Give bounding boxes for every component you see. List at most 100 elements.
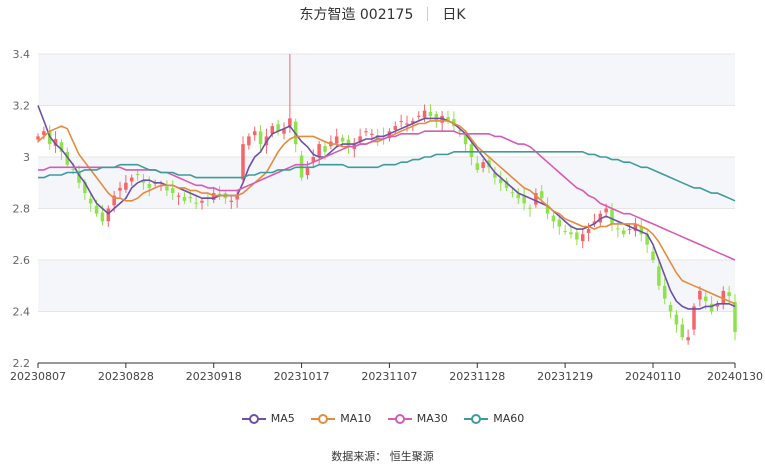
- x-tick-label: 20231017: [274, 370, 330, 383]
- candle-body: [94, 205, 99, 214]
- candle-body: [258, 131, 263, 145]
- candle-body: [692, 306, 696, 330]
- period-label[interactable]: 日K: [442, 4, 465, 24]
- y-tick-label: 2.6: [13, 254, 31, 267]
- candle-body: [481, 162, 485, 168]
- chart-header: 东方智造 002175 日K: [0, 4, 765, 28]
- chart-legend: MA5 MA10 MA30 MA60: [0, 412, 765, 427]
- candle-body: [135, 173, 140, 176]
- candle-body: [364, 131, 368, 133]
- candle-body: [340, 137, 345, 142]
- candle-body: [346, 139, 351, 147]
- candle-body: [510, 192, 515, 194]
- x-tick-label: 20231128: [449, 370, 505, 383]
- candle-body: [129, 177, 134, 182]
- candle-body: [405, 123, 409, 125]
- candle-body: [680, 324, 685, 338]
- candle-body: [323, 146, 327, 152]
- legend-marker-ma30: [387, 413, 412, 424]
- candle-body: [147, 184, 152, 188]
- candle-body: [182, 196, 187, 201]
- candle-body: [399, 120, 403, 122]
- candle-body: [610, 209, 614, 224]
- header-divider: [427, 7, 429, 21]
- candle-body: [563, 230, 567, 232]
- x-tick-label: 20240110: [625, 370, 681, 383]
- y-tick-label: 2.4: [13, 306, 31, 319]
- candle-body: [229, 200, 234, 202]
- x-tick-label: 20231107: [361, 370, 417, 383]
- candle-body: [698, 290, 702, 300]
- candle-body: [651, 251, 655, 260]
- candle-body: [188, 197, 193, 199]
- candle-body: [200, 200, 204, 203]
- candle-body: [118, 187, 122, 191]
- candle-body: [100, 212, 105, 222]
- legend-item-ma30[interactable]: MA30: [387, 412, 448, 425]
- candle-body: [668, 304, 673, 312]
- candle-body: [727, 292, 731, 297]
- candle-body: [88, 198, 93, 204]
- legend-marker-ma5: [241, 413, 266, 424]
- candle-body: [621, 230, 626, 235]
- candle-body: [241, 144, 245, 180]
- y-tick-label: 2.8: [13, 203, 31, 216]
- candle-body: [194, 202, 198, 204]
- candle-body: [674, 314, 679, 325]
- y-tick-label: 3.2: [13, 100, 31, 113]
- candle-body: [662, 285, 667, 299]
- legend-marker-ma60: [464, 413, 489, 424]
- candle-body: [551, 215, 556, 222]
- y-tick-label: 3: [23, 151, 30, 164]
- y-tick-label: 3.4: [13, 48, 31, 61]
- candle-body: [604, 208, 608, 213]
- candle-body: [176, 195, 181, 197]
- candle-body: [71, 169, 75, 171]
- candle-body: [165, 186, 169, 191]
- x-tick-label: 20230807: [10, 370, 66, 383]
- legend-label-ma60: MA60: [493, 412, 525, 425]
- candle-body: [422, 110, 427, 118]
- candle-body: [370, 133, 374, 135]
- candle-body: [305, 167, 310, 176]
- stock-title: 东方智造 002175: [299, 7, 414, 23]
- candle-body: [539, 191, 544, 199]
- candle-body: [522, 196, 526, 204]
- candle-body: [575, 232, 579, 240]
- legend-label-ma10: MA10: [340, 412, 372, 425]
- candle-body: [393, 126, 398, 130]
- candle-body: [528, 207, 532, 209]
- data-source: 数据来源： 恒生聚源: [0, 448, 765, 464]
- candle-body: [703, 296, 708, 302]
- legend-label-ma5: MA5: [270, 412, 295, 425]
- x-tick-label: 20231219: [537, 370, 593, 383]
- source-provider: 恒生聚源: [389, 450, 434, 463]
- candle-body: [416, 115, 421, 117]
- candle-body: [288, 118, 292, 127]
- candle-body: [516, 194, 521, 199]
- candle-body: [475, 163, 480, 170]
- candle-body: [586, 229, 591, 233]
- candle-body: [616, 228, 620, 230]
- candle-body: [317, 144, 321, 157]
- legend-marker-ma10: [311, 413, 336, 424]
- candle-body: [247, 136, 251, 146]
- grid-band: [38, 260, 735, 312]
- candle-body: [124, 182, 128, 190]
- candle-body: [709, 303, 714, 312]
- x-tick-label: 20240130: [707, 370, 763, 383]
- candle-body: [428, 111, 433, 116]
- candle-body: [569, 232, 573, 235]
- legend-item-ma60[interactable]: MA60: [463, 412, 524, 425]
- candle-body: [469, 144, 474, 157]
- candle-body: [557, 219, 562, 227]
- legend-item-ma5[interactable]: MA5: [241, 412, 295, 425]
- candle-body: [106, 208, 111, 222]
- candle-body: [686, 337, 690, 341]
- source-label: 数据来源：: [331, 450, 387, 463]
- kline-chart[interactable]: 2.2 2.4 2.6 2.8 3 3.2 3.4 20230807 20230828 20230…: [0, 0, 765, 465]
- candle-body: [657, 266, 661, 286]
- legend-item-ma10[interactable]: MA10: [310, 412, 371, 425]
- candle-body: [334, 136, 339, 144]
- candle-body: [36, 136, 40, 140]
